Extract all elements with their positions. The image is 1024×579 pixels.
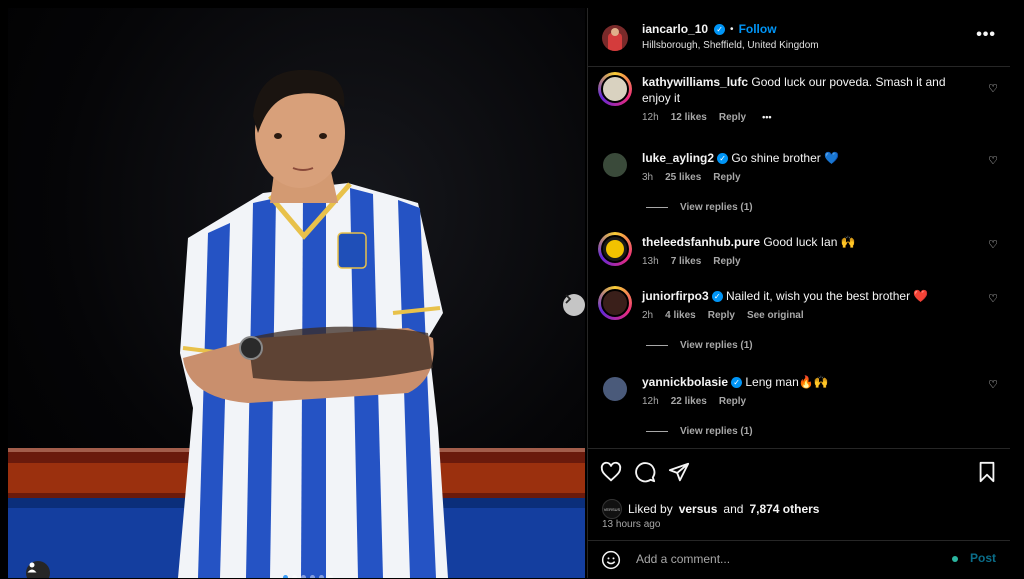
- verified-badge-icon: ✓: [711, 291, 723, 303]
- comment-body: Go shine brother 💙: [728, 151, 840, 165]
- view-replies-label: View replies (1): [680, 202, 753, 213]
- liker-avatar[interactable]: VERSUS: [602, 499, 622, 519]
- replies-divider: [646, 345, 668, 346]
- like-heart-icon[interactable]: [600, 461, 622, 483]
- post-comment-button[interactable]: Post: [970, 551, 996, 565]
- share-icon[interactable]: [668, 461, 690, 483]
- comment-body: Leng man🔥🙌: [742, 375, 829, 389]
- post-timestamp[interactable]: 13 hours ago: [602, 519, 660, 530]
- comment-meta: 3h 25 likes Reply: [642, 172, 741, 183]
- comment-like-heart-icon[interactable]: ♡: [988, 154, 998, 167]
- post-photo: [8, 69, 585, 578]
- comment-time[interactable]: 13h: [642, 256, 659, 267]
- verified-badge-icon: ✓: [714, 23, 726, 35]
- comment-meta: 13h 7 likes Reply: [642, 256, 741, 267]
- reply-button[interactable]: Reply: [719, 112, 746, 123]
- post-status-dot: [952, 556, 958, 562]
- next-slide-button[interactable]: [563, 294, 585, 316]
- comment-time[interactable]: 12h: [642, 112, 659, 123]
- comment-likes[interactable]: 4 likes: [665, 310, 696, 321]
- add-comment-bar: Post: [588, 540, 1010, 579]
- emoji-icon[interactable]: [601, 550, 621, 570]
- commenter-avatar[interactable]: [601, 235, 629, 263]
- user-icon: [27, 562, 37, 573]
- comment-like-heart-icon[interactable]: ♡: [988, 378, 998, 391]
- comment-text: theleedsfanhub.pure Good luck Ian 🙌: [642, 234, 972, 250]
- reply-button[interactable]: Reply: [708, 310, 735, 321]
- verified-badge-icon: ✓: [731, 377, 743, 389]
- comment-text: yannickbolasie ✓ Leng man🔥🙌: [642, 374, 972, 390]
- see-original-button[interactable]: See original: [747, 310, 804, 321]
- comment-time[interactable]: 2h: [642, 310, 653, 321]
- liked-by-prefix: Liked by: [628, 502, 673, 516]
- bookmark-icon[interactable]: [976, 461, 998, 483]
- post-header: iancarlo_10 ✓ • Follow Hillsborough, She…: [588, 8, 1010, 67]
- comment-like-heart-icon[interactable]: ♡: [988, 238, 998, 251]
- comment-input[interactable]: [634, 551, 938, 567]
- replies-divider: [646, 431, 668, 432]
- separator-dot: •: [730, 23, 734, 35]
- follow-button[interactable]: Follow: [739, 22, 777, 36]
- liked-by-others[interactable]: 7,874 others: [749, 502, 819, 516]
- comment-body: Nailed it, wish you the best brother ❤️: [722, 289, 929, 303]
- comment-likes[interactable]: 7 likes: [671, 256, 702, 267]
- commenter-username[interactable]: luke_ayling2: [642, 151, 714, 165]
- comment-like-heart-icon[interactable]: ♡: [988, 82, 998, 95]
- post-location[interactable]: Hillsborough, Sheffield, United Kingdom: [642, 40, 819, 51]
- comment-meta: 2h 4 likes Reply See original: [642, 310, 804, 321]
- reply-button[interactable]: Reply: [713, 256, 740, 267]
- liked-by-connector: and: [723, 502, 744, 516]
- view-replies-label: View replies (1): [680, 426, 753, 437]
- comment-text: kathywilliams_lufc Good luck our poveda.…: [642, 74, 972, 106]
- view-replies-button[interactable]: View replies (1): [646, 426, 753, 437]
- commenter-avatar[interactable]: [601, 151, 629, 179]
- comment-time[interactable]: 3h: [642, 172, 653, 183]
- view-replies-button[interactable]: View replies (1): [646, 340, 753, 351]
- replies-divider: [646, 207, 668, 208]
- view-replies-label: View replies (1): [680, 340, 753, 351]
- verified-badge-icon: ✓: [717, 153, 729, 165]
- reply-button[interactable]: Reply: [713, 172, 740, 183]
- comment-options-icon[interactable]: •••: [762, 112, 771, 123]
- likes-summary: VERSUS Liked by versus and 7,874 others: [602, 499, 819, 519]
- commenter-username[interactable]: yannickbolasie: [642, 375, 728, 389]
- comment-like-heart-icon[interactable]: ♡: [988, 292, 998, 305]
- tagged-users-button[interactable]: [26, 561, 50, 578]
- commenter-username[interactable]: juniorfirpo3: [642, 289, 709, 303]
- comment-time[interactable]: 12h: [642, 396, 659, 407]
- commenter-username[interactable]: kathywilliams_lufc: [642, 75, 748, 89]
- comment-body: Good luck Ian 🙌: [760, 235, 856, 249]
- author-avatar[interactable]: [602, 25, 628, 51]
- comment-meta: 12h 12 likes Reply •••: [642, 112, 772, 123]
- more-options-icon[interactable]: •••: [976, 26, 996, 44]
- comment-meta: 12h 22 likes Reply: [642, 396, 746, 407]
- comment-likes[interactable]: 25 likes: [665, 172, 701, 183]
- post-side-panel: iancarlo_10 ✓ • Follow Hillsborough, She…: [587, 8, 1010, 578]
- view-replies-button[interactable]: View replies (1): [646, 202, 753, 213]
- comment-text: juniorfirpo3 ✓ Nailed it, wish you the be…: [642, 288, 972, 304]
- comment-icon[interactable]: [634, 461, 656, 483]
- comment-likes[interactable]: 22 likes: [671, 396, 707, 407]
- commenter-avatar[interactable]: [601, 289, 629, 317]
- liked-by-user[interactable]: versus: [679, 502, 718, 516]
- commenter-username[interactable]: theleedsfanhub.pure: [642, 235, 760, 249]
- comment-likes[interactable]: 12 likes: [671, 112, 707, 123]
- commenter-avatar[interactable]: [601, 375, 629, 403]
- reply-button[interactable]: Reply: [719, 396, 746, 407]
- post-image[interactable]: [8, 8, 585, 578]
- comment-text: luke_ayling2 ✓ Go shine brother 💙: [642, 150, 972, 166]
- chevron-right-icon: [565, 294, 572, 304]
- commenter-avatar[interactable]: [601, 75, 629, 103]
- author-username[interactable]: iancarlo_10: [642, 22, 708, 36]
